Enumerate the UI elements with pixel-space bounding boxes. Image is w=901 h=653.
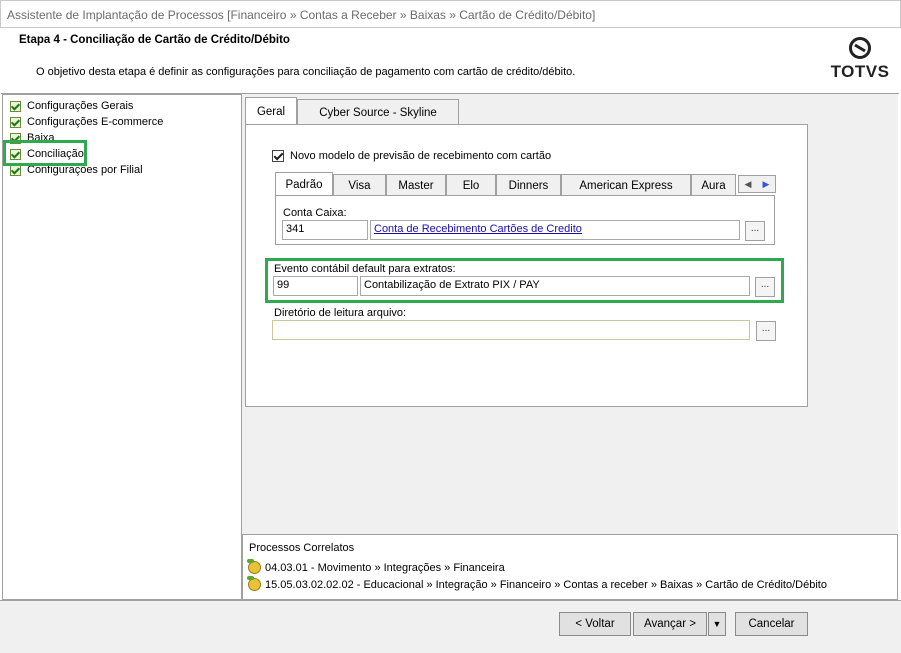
tab-master[interactable]: Master: [386, 174, 446, 196]
tab-label: Dinners: [508, 179, 549, 192]
processo-label: 04.03.01 - Movimento » Integrações » Fin…: [265, 561, 505, 574]
totvs-logo-icon: [849, 37, 871, 59]
check-icon: [10, 116, 21, 128]
tab-elo[interactable]: Elo: [446, 174, 496, 196]
conta-caixa-label: Conta Caixa:: [283, 207, 347, 219]
novo-modelo-row: Novo modelo de previsão de recebimento c…: [272, 150, 551, 162]
tab-aura[interactable]: Aura: [691, 174, 736, 196]
tab-scroll-buttons: ◀ ▶: [738, 175, 776, 193]
next-button[interactable]: Avançar >: [633, 612, 707, 636]
tab-cyber-source-skyline[interactable]: Cyber Source - Skyline: [297, 99, 459, 125]
tab-label: Master: [398, 179, 434, 192]
window-title: Assistente de Implantação de Processos […: [7, 8, 596, 22]
tab-label: Geral: [256, 105, 286, 118]
conta-caixa-lookup-button[interactable]: ...: [745, 221, 765, 241]
processos-title: Processos Correlatos: [249, 542, 355, 554]
diretorio-label: Diretório de leitura arquivo:: [274, 307, 407, 319]
evento-lookup-button[interactable]: ...: [755, 277, 775, 297]
arrow-left-icon[interactable]: ◀: [745, 179, 752, 190]
tab-label: Padrão: [285, 178, 323, 191]
tree-item-configuracoes-ecommerce[interactable]: Configurações E-commerce: [10, 114, 163, 130]
totvs-logo: TOTVS: [830, 36, 890, 86]
tab-label: Aura: [701, 179, 726, 192]
steps-tree: Configurações Gerais Configurações E-com…: [2, 94, 242, 600]
step-title: Etapa 4 - Conciliação de Cartão de Crédi…: [19, 34, 290, 46]
diretorio-input[interactable]: [272, 320, 750, 340]
process-icon: [247, 559, 261, 574]
evento-label: Evento contábil default para extratos:: [274, 263, 456, 275]
back-button[interactable]: < Voltar: [559, 612, 631, 636]
evento-description[interactable]: Contabilização de Extrato PIX / PAY: [360, 276, 750, 296]
tab-label: Elo: [462, 179, 480, 192]
processo-link[interactable]: 04.03.01 - Movimento » Integrações » Fin…: [247, 559, 505, 574]
conta-caixa-link[interactable]: Conta de Recebimento Cartões de Credito: [374, 223, 582, 235]
check-icon: [10, 164, 21, 176]
chevron-down-icon: ▼: [712, 619, 722, 629]
logo-text: TOTVS: [830, 62, 890, 81]
diretorio-browse-button[interactable]: ...: [756, 321, 776, 341]
step-description: O objetivo desta etapa é definir as conf…: [36, 66, 576, 78]
arrow-right-icon[interactable]: ▶: [763, 179, 770, 190]
processo-link[interactable]: 15.05.03.02.02.02 - Educacional » Integr…: [247, 576, 827, 591]
window-titlebar: Assistente de Implantação de Processos […: [0, 0, 901, 28]
tab-label: American Express: [579, 179, 673, 192]
tab-american-express[interactable]: American Express: [561, 174, 691, 196]
tab-geral[interactable]: Geral: [245, 97, 297, 125]
tab-padrao[interactable]: Padrão: [275, 172, 333, 196]
tab-label: Visa: [348, 179, 371, 192]
tab-visa[interactable]: Visa: [333, 174, 386, 196]
processo-label: 15.05.03.02.02.02 - Educacional » Integr…: [265, 578, 827, 591]
novo-modelo-label: Novo modelo de previsão de recebimento c…: [290, 150, 552, 162]
tree-item-label: Configurações E-commerce: [27, 116, 164, 128]
tab-label: Cyber Source - Skyline: [319, 106, 437, 119]
evento-code-input[interactable]: 99: [273, 276, 358, 296]
tree-item-label: Configurações Gerais: [27, 100, 134, 112]
novo-modelo-checkbox[interactable]: [272, 150, 284, 162]
cancel-button[interactable]: Cancelar: [735, 612, 808, 636]
next-dropdown-button[interactable]: ▼: [708, 612, 726, 636]
highlight-conciliacao: [3, 140, 87, 166]
tree-item-configuracoes-gerais[interactable]: Configurações Gerais: [10, 98, 133, 114]
check-icon: [10, 100, 21, 112]
conta-caixa-code-input[interactable]: 341: [282, 220, 368, 240]
process-icon: [247, 576, 261, 591]
conta-caixa-description[interactable]: Conta de Recebimento Cartões de Credito: [370, 220, 740, 240]
tab-dinners[interactable]: Dinners: [496, 174, 561, 196]
